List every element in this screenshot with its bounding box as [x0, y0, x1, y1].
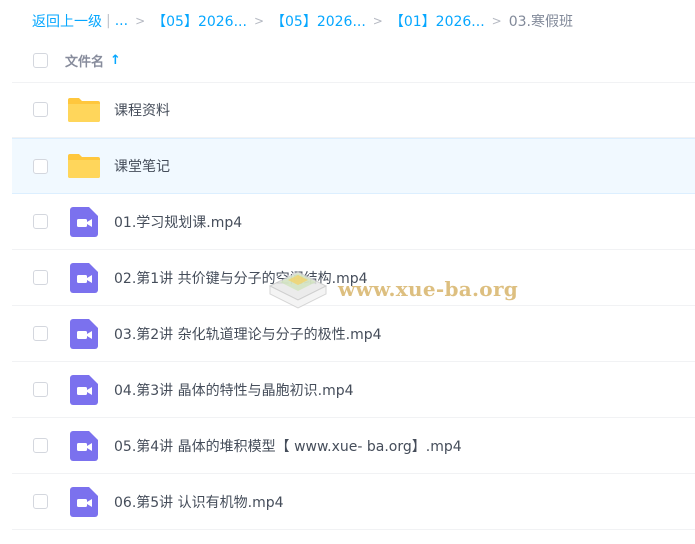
row-checkbox[interactable]: [33, 326, 48, 341]
chevron-right-icon: >: [372, 14, 383, 28]
file-row[interactable]: 02.第1讲 共价键与分子的空间结构.mp4: [12, 250, 695, 306]
chevron-right-icon: >: [491, 14, 502, 28]
video-file-icon: [67, 206, 101, 237]
file-row[interactable]: 课堂笔记: [12, 138, 695, 194]
file-name[interactable]: 02.第1讲 共价键与分子的空间结构.mp4: [114, 268, 368, 288]
file-name[interactable]: 01.学习规划课.mp4: [114, 212, 242, 232]
row-checkbox[interactable]: [33, 102, 48, 117]
sort-ascending-icon: ↑: [110, 52, 121, 68]
back-link[interactable]: 返回上一级: [32, 11, 102, 31]
column-name-label: 文件名: [65, 54, 105, 70]
row-checkbox[interactable]: [33, 214, 48, 229]
video-file-icon: [67, 318, 101, 349]
file-list-header: 文件名 ↑: [12, 38, 695, 83]
file-row[interactable]: 04.第3讲 晶体的特性与晶胞初识.mp4: [12, 362, 695, 418]
row-checkbox[interactable]: [33, 494, 48, 509]
row-checkbox[interactable]: [33, 270, 48, 285]
breadcrumb-item[interactable]: 【05】2026...: [271, 11, 366, 31]
row-checkbox[interactable]: [33, 438, 48, 453]
file-row[interactable]: 05.第4讲 晶体的堆积模型【 www.xue- ba.org】.mp4: [12, 418, 695, 474]
breadcrumb-item[interactable]: 【01】2026...: [390, 11, 485, 31]
breadcrumb-divider: |: [106, 13, 111, 29]
select-all-checkbox[interactable]: [33, 52, 48, 68]
file-list: 课程资料 课堂笔记 01.学习规划课.mp4 02.第1讲 共价键与分子的空间结…: [12, 82, 695, 530]
breadcrumb-ellipsis[interactable]: ...: [115, 13, 128, 29]
video-file-icon: [67, 262, 101, 293]
row-checkbox[interactable]: [33, 158, 48, 174]
video-file-icon: [67, 430, 101, 461]
video-file-icon: [67, 486, 101, 517]
row-checkbox[interactable]: [33, 382, 48, 397]
chevron-right-icon: >: [135, 14, 146, 28]
file-name[interactable]: 06.第5讲 认识有机物.mp4: [114, 492, 284, 512]
file-name[interactable]: 课堂笔记: [114, 156, 170, 176]
breadcrumb-current: 03.寒假班: [508, 14, 573, 30]
file-row[interactable]: 课程资料: [12, 82, 695, 138]
file-name[interactable]: 04.第3讲 晶体的特性与晶胞初识.mp4: [114, 380, 354, 400]
file-name[interactable]: 课程资料: [114, 100, 170, 120]
breadcrumb-item[interactable]: 【05】2026...: [152, 11, 247, 31]
folder-icon: [67, 151, 101, 181]
breadcrumb: 返回上一级 | ... > 【05】2026... > 【05】2026... …: [32, 10, 695, 32]
folder-icon: [67, 95, 101, 125]
file-name[interactable]: 05.第4讲 晶体的堆积模型【 www.xue- ba.org】.mp4: [114, 436, 462, 456]
file-row[interactable]: 06.第5讲 认识有机物.mp4: [12, 474, 695, 530]
file-row[interactable]: 03.第2讲 杂化轨道理论与分子的极性.mp4: [12, 306, 695, 362]
video-file-icon: [67, 374, 101, 405]
file-name[interactable]: 03.第2讲 杂化轨道理论与分子的极性.mp4: [114, 324, 382, 344]
sort-by-name[interactable]: 文件名 ↑: [65, 51, 121, 70]
file-row[interactable]: 01.学习规划课.mp4: [12, 194, 695, 250]
chevron-right-icon: >: [253, 14, 264, 28]
